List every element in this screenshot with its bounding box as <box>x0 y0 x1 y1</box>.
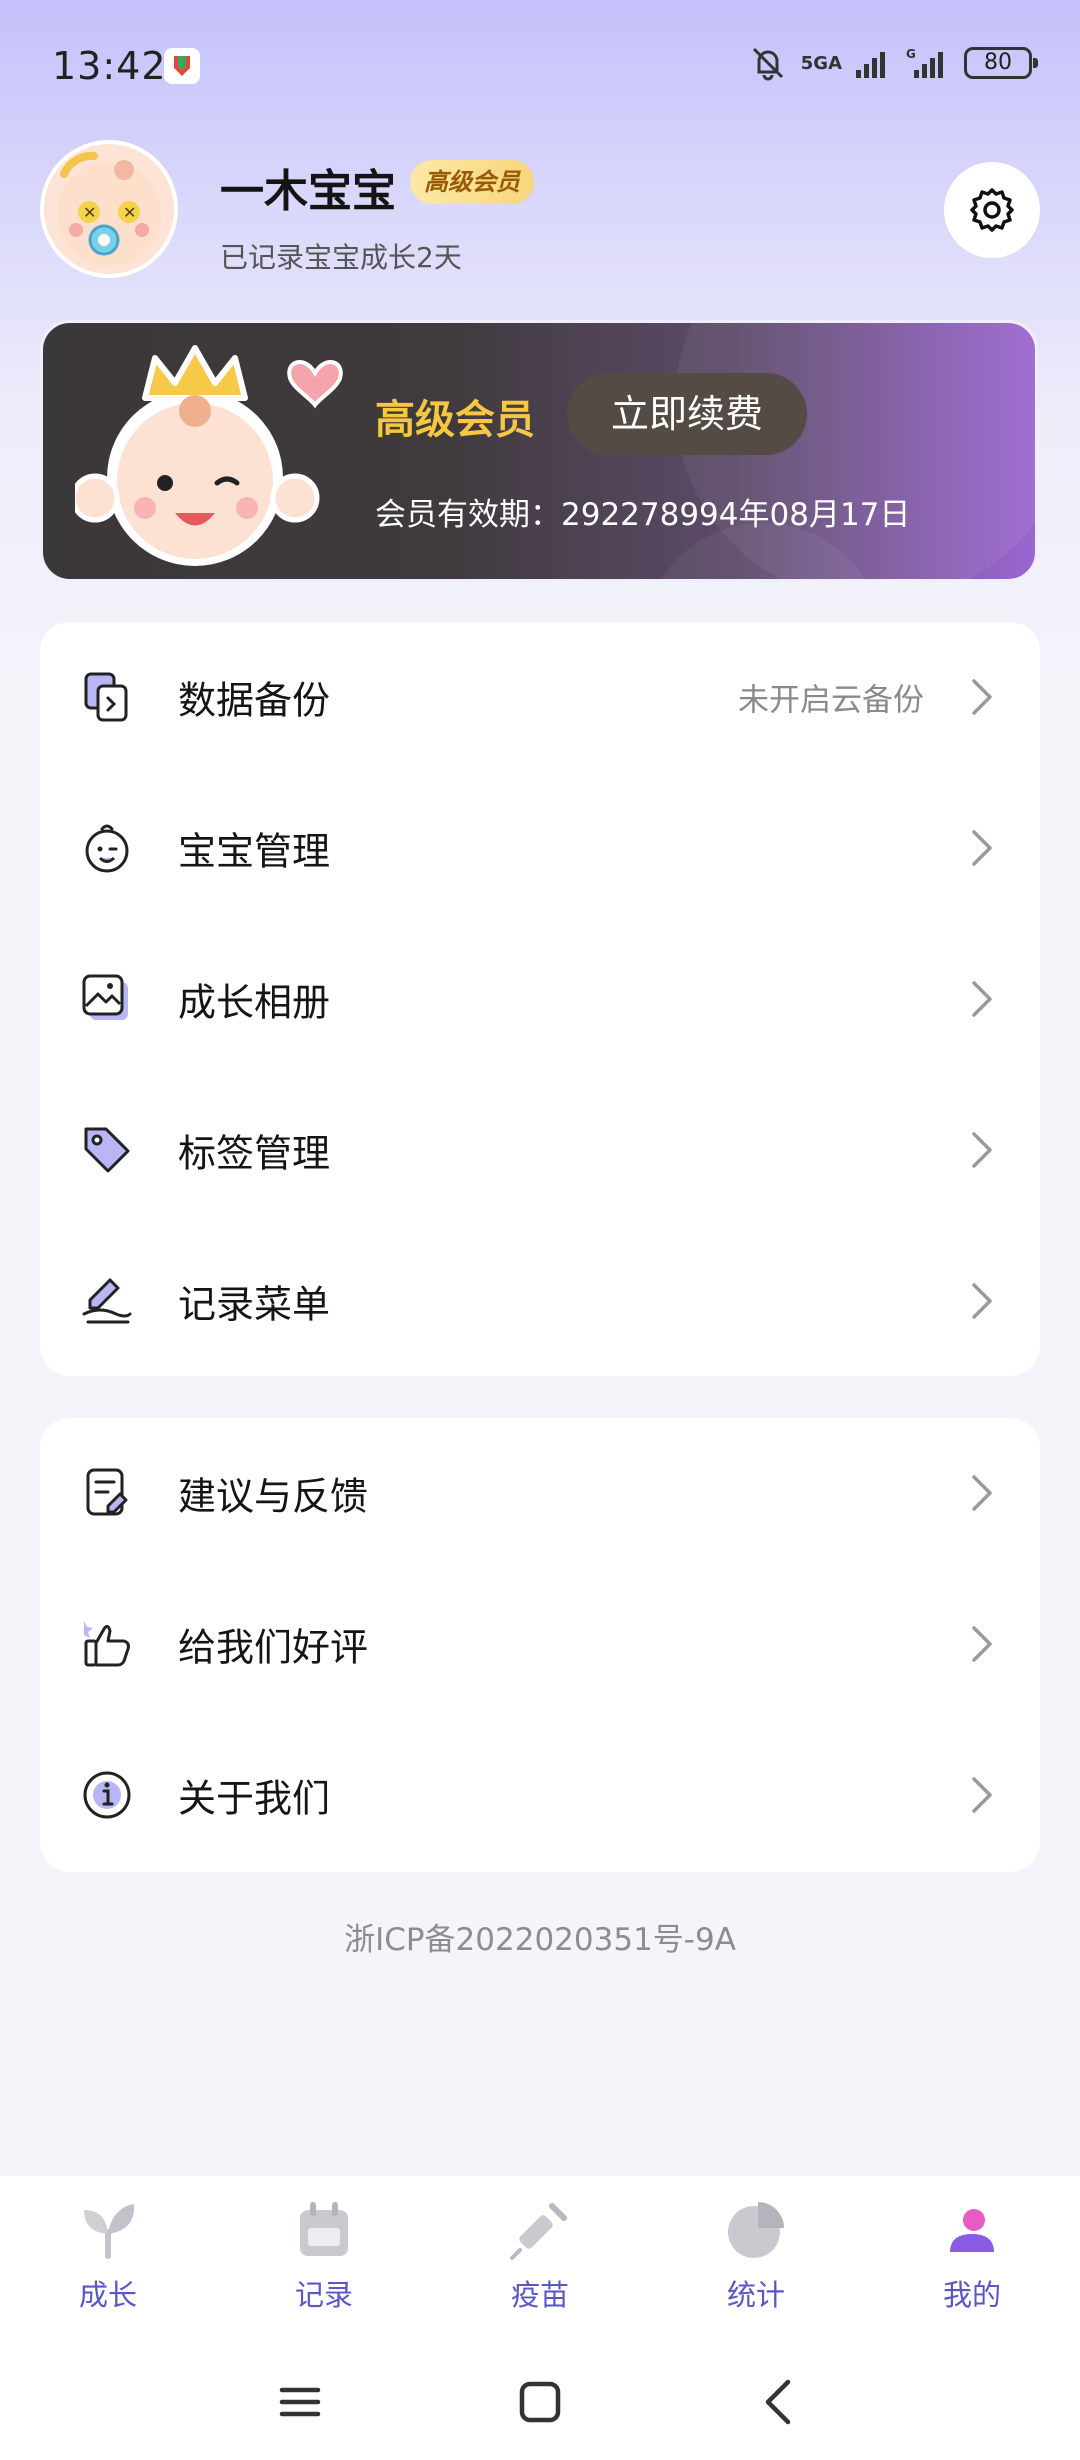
system-navigation-bar <box>0 2344 1080 2460</box>
menu-card-secondary: 建议与反馈 给我们好评 关于我们 <box>40 1418 1040 1872</box>
avatar[interactable]: ✕ ✕ <box>40 140 178 278</box>
menu-item-rate-us[interactable]: 给我们好评 <box>40 1569 1040 1719</box>
status-time: 13:42 <box>52 44 167 88</box>
vip-card[interactable]: 高级会员 立即续费 会员有效期：292278994年08月17日 <box>40 320 1038 582</box>
nav-label: 记录 <box>294 2278 353 2312</box>
tab-growth[interactable]: 成长 <box>18 2198 198 2328</box>
icp-license-text[interactable]: 浙ICP备2022020351号-9A <box>0 1914 1080 1959</box>
battery-indicator: 80 <box>964 47 1038 79</box>
nav-label: 统计 <box>726 2278 785 2312</box>
pen-menu-icon <box>82 1278 132 1324</box>
menu-item-tag-management[interactable]: 标签管理 <box>40 1075 1040 1225</box>
chevron-right-icon <box>972 830 992 866</box>
menu-label: 数据备份 <box>178 678 331 723</box>
menu-item-record-menu[interactable]: 记录菜单 <box>40 1226 1040 1376</box>
menu-item-feedback[interactable]: 建议与反馈 <box>40 1418 1040 1568</box>
menu-label: 宝宝管理 <box>178 829 331 874</box>
mute-bell-icon <box>752 47 783 81</box>
menu-item-baby-management[interactable]: 宝宝管理 <box>40 773 1040 923</box>
menu-icon[interactable] <box>270 2374 330 2430</box>
user-name: 一木宝宝 <box>220 166 396 217</box>
chevron-right-icon <box>972 1475 992 1511</box>
app-notification-icon <box>164 48 200 84</box>
vip-badge: 高级会员 <box>410 160 534 204</box>
menu-label: 给我们好评 <box>178 1625 369 1670</box>
signal-2-icon: G <box>906 48 943 78</box>
tag-icon <box>84 1127 130 1173</box>
menu-item-about-us[interactable]: 关于我们 <box>40 1720 1040 1870</box>
feedback-icon <box>86 1468 128 1516</box>
menu-label: 标签管理 <box>178 1131 331 1176</box>
svg-text:G: G <box>906 48 916 61</box>
chevron-right-icon <box>972 981 992 1017</box>
status-bar: 13:42 5GA G 80 <box>0 0 1080 140</box>
backup-status: 未开启云备份 <box>738 682 924 719</box>
chevron-right-icon <box>972 679 992 715</box>
renew-button[interactable]: 立即续费 <box>567 373 807 455</box>
settings-button[interactable] <box>944 162 1040 258</box>
leaf-icon <box>84 2204 135 2259</box>
nav-label: 疫苗 <box>510 2278 569 2312</box>
menu-label: 成长相册 <box>178 980 331 1025</box>
photo-album-icon <box>82 974 128 1020</box>
menu-label: 建议与反馈 <box>178 1474 369 1519</box>
data-backup-icon <box>84 672 128 722</box>
status-indicators: 5GA G 80 <box>749 44 1038 82</box>
menu-label: 记录菜单 <box>178 1282 331 1327</box>
chevron-right-icon <box>972 1283 992 1319</box>
tab-statistics[interactable]: 统计 <box>666 2198 846 2328</box>
calendar-icon <box>300 2202 348 2256</box>
signal-icon <box>856 52 885 78</box>
profile-icon <box>950 2209 994 2252</box>
growth-record-text: 已记录宝宝成长2天 <box>220 241 462 274</box>
nav-label: 成长 <box>78 2278 137 2312</box>
menu-card-main: 数据备份 未开启云备份 宝宝管理 成长相册 标签管理 记录菜单 <box>40 622 1040 1376</box>
nav-label: 我的 <box>942 2278 1001 2312</box>
svg-text:✕: ✕ <box>123 203 136 222</box>
baby-face-icon <box>85 824 129 873</box>
chevron-right-icon <box>972 1777 992 1813</box>
thumbs-up-icon <box>84 1621 130 1667</box>
vip-title: 高级会员 <box>375 397 535 443</box>
back-icon[interactable] <box>750 2374 810 2430</box>
info-icon <box>83 1771 131 1819</box>
vip-expiry-text: 会员有效期：292278994年08月17日 <box>375 497 911 533</box>
svg-text:✕: ✕ <box>83 203 96 222</box>
menu-item-growth-album[interactable]: 成长相册 <box>40 924 1040 1074</box>
menu-label: 关于我们 <box>178 1776 331 1821</box>
tab-mine[interactable]: 我的 <box>882 2198 1062 2328</box>
gear-icon <box>970 188 1014 232</box>
crowned-baby-illustration <box>75 345 343 566</box>
home-icon[interactable] <box>510 2374 570 2430</box>
menu-item-data-backup[interactable]: 数据备份 未开启云备份 <box>40 622 1040 772</box>
chevron-right-icon <box>972 1132 992 1168</box>
syringe-icon <box>510 2203 567 2260</box>
tab-record[interactable]: 记录 <box>234 2198 414 2328</box>
network-label: 5GA <box>800 52 842 74</box>
pie-chart-icon <box>728 2202 784 2258</box>
tab-vaccine[interactable]: 疫苗 <box>450 2198 630 2328</box>
bottom-navigation: 成长 记录 疫苗 统计 我的 <box>0 2176 1080 2344</box>
chevron-right-icon <box>972 1626 992 1662</box>
